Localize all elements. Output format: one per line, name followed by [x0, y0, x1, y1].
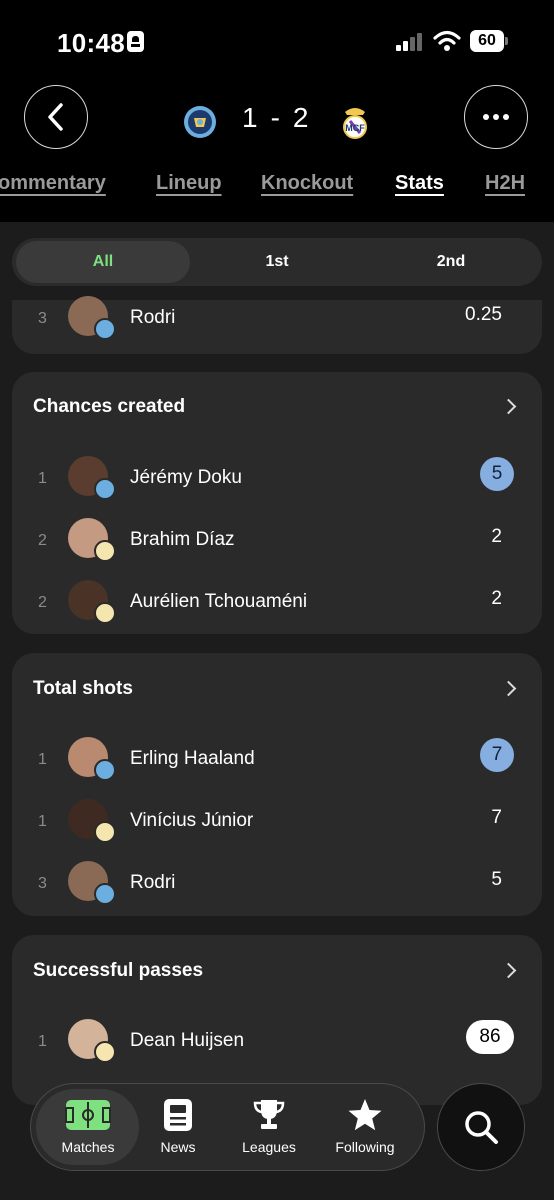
nav-matches[interactable]: Matches: [50, 1097, 126, 1155]
battery-tip: [505, 37, 508, 45]
more-dots-icon: [483, 114, 509, 120]
tab-stats[interactable]: Stats: [395, 172, 444, 195]
team-badge-icon: [94, 602, 116, 624]
segment-1st[interactable]: 1st: [190, 238, 364, 286]
home-team-crest[interactable]: [183, 105, 217, 144]
player-row[interactable]: 1 Dean Huijsen 86: [12, 1015, 542, 1071]
player-value: 2: [491, 526, 502, 547]
match-score: 1-2: [236, 102, 315, 134]
player-row[interactable]: 3 Rodri 5: [12, 857, 542, 913]
team-badge-icon: [94, 883, 116, 905]
team-badge-icon: [94, 540, 116, 562]
nav-following[interactable]: Following: [325, 1097, 405, 1155]
tab-h2h[interactable]: H2H: [485, 172, 525, 195]
home-score: 1: [242, 102, 259, 133]
back-button[interactable]: [24, 85, 88, 149]
nav-label: Following: [335, 1139, 395, 1155]
player-row[interactable]: 2 Brahim Díaz 2: [12, 514, 542, 570]
top-value-badge: 7: [480, 738, 514, 772]
team-badge-icon: [94, 478, 116, 500]
player-rank: 2: [38, 594, 47, 611]
player-name: Rodri: [130, 872, 176, 893]
player-row[interactable]: 3 Rodri 0.25: [12, 292, 542, 348]
team-badge-icon: [94, 821, 116, 843]
team-badge-icon: [94, 318, 116, 340]
search-icon: [465, 1111, 498, 1144]
team-badge-icon: [94, 759, 116, 781]
score-separator: -: [270, 102, 281, 133]
stat-card-total-shots[interactable]: Total shots 1 Erling Haaland 7 1 Viníciu…: [12, 653, 542, 916]
player-name: Rodri: [130, 307, 176, 328]
player-rank: 1: [38, 813, 47, 830]
player-row[interactable]: 1 Jérémy Doku 5: [12, 452, 542, 508]
player-name: Vinícius Júnior: [130, 810, 254, 831]
tab-knockout[interactable]: Knockout: [261, 172, 353, 195]
player-value: 0.25: [465, 304, 502, 325]
segment-2nd[interactable]: 2nd: [364, 238, 538, 286]
top-value-badge: 86: [466, 1020, 514, 1054]
player-rank: 3: [38, 310, 47, 327]
battery-icon: 60: [470, 30, 504, 52]
manchester-city-crest-icon: [184, 106, 216, 138]
stat-card-chances-created[interactable]: Chances created 1 Jérémy Doku 5 2 Brahim…: [12, 372, 542, 634]
player-row[interactable]: 2 Aurélien Tchouaméni 2: [12, 576, 542, 632]
away-score: 2: [292, 102, 310, 133]
period-selector: All 1st 2nd: [12, 238, 542, 286]
player-name: Erling Haaland: [130, 748, 255, 769]
top-value-badge: 5: [480, 457, 514, 491]
stat-card-successful-passes[interactable]: Successful passes 1 Dean Huijsen 86: [12, 935, 542, 1105]
match-tabs: ommentary Lineup Knockout Stats H2H: [0, 172, 554, 206]
nav-label: News: [160, 1139, 196, 1155]
player-rank: 1: [38, 1033, 47, 1050]
chevron-left-icon: [48, 103, 63, 131]
player-row[interactable]: 1 Erling Haaland 7: [12, 733, 542, 789]
team-badge-icon: [94, 1041, 116, 1063]
svg-text:MCF: MCF: [345, 123, 365, 133]
player-value: 7: [491, 807, 502, 828]
trophy-icon: [253, 1100, 285, 1129]
player-rank: 1: [38, 751, 47, 768]
chevron-right-icon[interactable]: [500, 962, 517, 979]
nav-news[interactable]: News: [148, 1097, 208, 1155]
wifi-icon: [433, 30, 461, 51]
chevron-right-icon[interactable]: [500, 680, 517, 697]
card-title: Total shots: [33, 678, 133, 699]
id-card-icon: [127, 31, 144, 52]
pitch-icon: [65, 1100, 111, 1130]
player-rank: 1: [38, 470, 47, 487]
player-name: Dean Huijsen: [130, 1030, 245, 1051]
segment-all[interactable]: All: [16, 241, 190, 283]
player-value: 5: [491, 869, 502, 890]
player-rank: 3: [38, 875, 47, 892]
news-icon: [164, 1099, 192, 1131]
chevron-right-icon[interactable]: [500, 398, 517, 415]
player-name: Aurélien Tchouaméni: [130, 591, 308, 612]
nav-label: Leagues: [242, 1139, 296, 1155]
player-rank: 2: [38, 532, 47, 549]
nav-leagues[interactable]: Leagues: [234, 1097, 304, 1155]
card-title: Successful passes: [33, 960, 204, 981]
more-options-button[interactable]: [464, 85, 528, 149]
stat-card-partial: 3 Rodri 0.25: [12, 296, 542, 354]
real-madrid-crest-icon: MCF: [343, 108, 367, 139]
tab-lineup[interactable]: Lineup: [156, 172, 222, 195]
star-icon: [348, 1099, 382, 1131]
card-title: Chances created: [33, 396, 186, 417]
tab-commentary[interactable]: ommentary: [0, 172, 106, 195]
away-team-crest[interactable]: MCF: [339, 104, 371, 145]
player-name: Brahim Díaz: [130, 529, 235, 550]
player-row[interactable]: 1 Vinícius Júnior 7: [12, 795, 542, 851]
status-time: 10:48: [57, 28, 125, 58]
player-name: Jérémy Doku: [130, 467, 242, 488]
search-button[interactable]: [437, 1083, 525, 1171]
player-value: 2: [491, 588, 502, 609]
signal-icon: [396, 31, 426, 51]
nav-label: Matches: [61, 1139, 115, 1155]
